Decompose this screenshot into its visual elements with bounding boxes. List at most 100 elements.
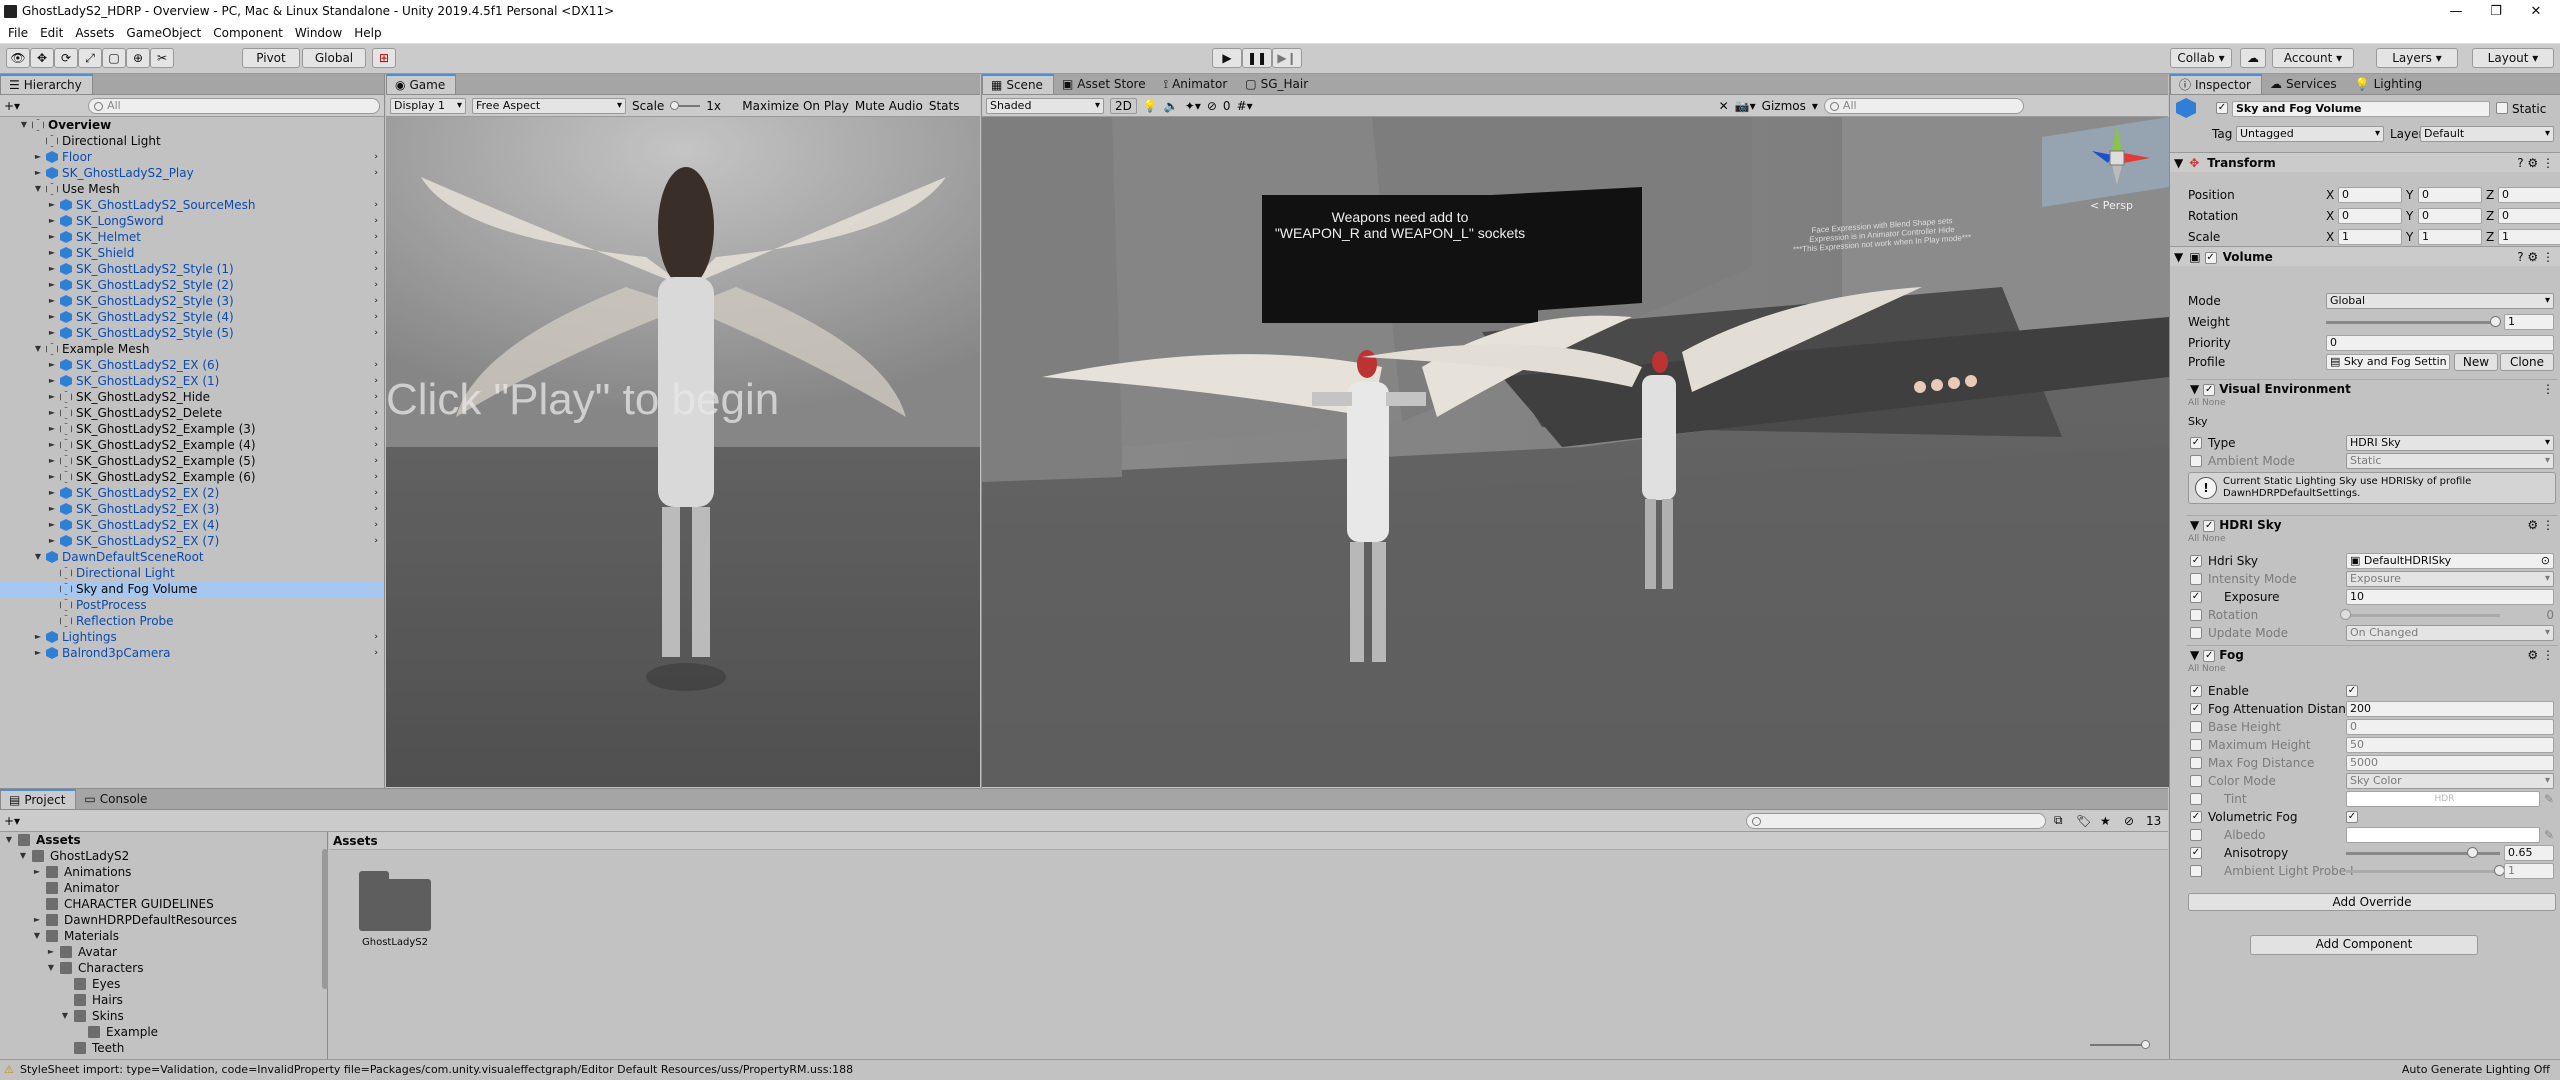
position-z-field[interactable]: 0 — [2498, 187, 2560, 203]
prefab-open-icon[interactable]: › — [374, 261, 378, 277]
folder-tree-item[interactable]: ▼ Characters — [0, 960, 327, 976]
foldout-collapsed-icon[interactable]: ► — [47, 501, 57, 517]
component-menu-icon[interactable]: ? ⚙ ⋮ — [2517, 153, 2554, 173]
foldout-collapsed-icon[interactable]: ► — [47, 533, 57, 549]
scene-search-input[interactable]: All — [1823, 97, 2024, 114]
prefab-open-icon[interactable]: › — [374, 229, 378, 245]
prefab-open-icon[interactable]: › — [374, 165, 378, 181]
tag-dropdown[interactable]: Untagged — [2236, 126, 2384, 142]
hierarchy-item[interactable]: Reflection Probe — [0, 613, 384, 629]
new-profile-button[interactable]: New — [2454, 353, 2498, 371]
project-search-input[interactable] — [1746, 813, 2046, 829]
foldout-collapsed-icon[interactable]: ► — [32, 864, 42, 880]
scene-orientation-gizmo[interactable] — [2082, 123, 2152, 193]
eyedropper-icon[interactable]: ✎ — [2544, 826, 2554, 844]
hand-tool-icon[interactable]: 👁 — [6, 48, 30, 68]
scale-z-field[interactable]: 1 — [2498, 229, 2560, 245]
foldout-collapsed-icon[interactable]: ► — [33, 149, 43, 165]
max-field[interactable]: 50 — [2346, 737, 2554, 753]
custom-tool-icon[interactable]: ✂ — [150, 48, 174, 68]
prefab-open-icon[interactable]: › — [374, 405, 378, 421]
atten-field[interactable]: 200 — [2346, 701, 2554, 717]
gizmos-dropdown[interactable]: Gizmos — [1762, 99, 1806, 113]
foldout-expanded-icon[interactable]: ▼ — [4, 832, 14, 848]
weight-field[interactable]: 1 — [2504, 314, 2554, 330]
base-field[interactable]: 0 — [2346, 719, 2554, 735]
hierarchy-item[interactable]: ► SK_GhostLadyS2_Delete › — [0, 405, 384, 421]
hdri-sky-header[interactable]: ▼ ✓ HDRI Sky ⚙ ⋮ — [2186, 515, 2558, 533]
foldout-expanded-icon[interactable]: ▼ — [46, 960, 56, 976]
hierarchy-item[interactable]: Directional Light — [0, 565, 384, 581]
hierarchy-item[interactable]: ► SK_GhostLadyS2_Example (5) › — [0, 453, 384, 469]
all-link[interactable]: All — [2188, 664, 2199, 674]
foldout-collapsed-icon[interactable]: ► — [47, 453, 57, 469]
foldout-collapsed-icon[interactable]: ► — [47, 421, 57, 437]
ambient-mode-dropdown[interactable]: Static — [2346, 453, 2554, 469]
color-dropdown[interactable]: Sky Color — [2346, 773, 2554, 789]
game-viewport[interactable]: Click "Play" to begin — [386, 117, 980, 787]
foldout-collapsed-icon[interactable]: ► — [47, 309, 57, 325]
scale-y-field[interactable]: 1 — [2418, 229, 2482, 245]
vol-override-checkbox[interactable]: ✓ — [2190, 811, 2202, 823]
albedo-color-field[interactable] — [2346, 827, 2540, 843]
rotation-value[interactable]: 0 — [2508, 606, 2554, 624]
prefab-open-icon[interactable]: › — [374, 469, 378, 485]
prefab-open-icon[interactable]: › — [374, 437, 378, 453]
layers-dropdown[interactable]: Layers ▾ — [2376, 48, 2458, 68]
hierarchy-item[interactable]: ▼ DawnDefaultSceneRoot — [0, 549, 384, 565]
foldout-collapsed-icon[interactable]: ► — [33, 629, 43, 645]
rotation-z-field[interactable]: 0 — [2498, 208, 2560, 224]
atten-override-checkbox[interactable]: ✓ — [2190, 703, 2202, 715]
tools-icon[interactable]: ✕ — [1719, 99, 1729, 113]
minimize-icon[interactable]: — — [2436, 2, 2476, 22]
tab-scene[interactable]: ▦ Scene — [982, 74, 1054, 94]
gameobject-active-checkbox[interactable]: ✓ — [2216, 102, 2228, 114]
all-link[interactable]: All — [2188, 398, 2199, 408]
ambient-override-checkbox[interactable] — [2190, 455, 2202, 467]
foldout-expanded-icon[interactable]: ▼ — [18, 848, 28, 864]
foldout-arrow-icon[interactable]: ▼ — [2190, 518, 2199, 532]
hierarchy-item[interactable]: ► SK_Helmet › — [0, 229, 384, 245]
foldout-collapsed-icon[interactable]: ► — [46, 944, 56, 960]
folder-tree-item[interactable]: ► DawnHDRPDefaultResources — [0, 912, 327, 928]
gizmos-chevron-icon[interactable]: ▾ — [1812, 99, 1818, 113]
foldout-expanded-icon[interactable]: ▼ — [32, 928, 42, 944]
hidden-objects-icon[interactable]: ⊘ — [1207, 99, 1217, 113]
maximize-on-play-toggle[interactable]: Maximize On Play — [742, 99, 849, 113]
foldout-collapsed-icon[interactable]: ► — [47, 261, 57, 277]
icon-size-slider[interactable] — [2090, 1040, 2150, 1049]
project-tree-scrollbar[interactable] — [322, 849, 328, 989]
foldout-collapsed-icon[interactable]: ► — [47, 373, 57, 389]
tab-sg-hair[interactable]: ▢ SG_Hair — [1237, 74, 1318, 94]
fog-checkbox[interactable]: ✓ — [2203, 649, 2216, 662]
pivot-toggle[interactable]: Pivot — [242, 48, 300, 68]
fog-all-none[interactable]: All None — [2188, 664, 2226, 674]
move-tool-icon[interactable]: ✥ — [30, 48, 54, 68]
hdri-all-none[interactable]: All None — [2188, 534, 2226, 544]
position-y-field[interactable]: 0 — [2418, 187, 2482, 203]
hierarchy-item[interactable]: ► SK_GhostLadyS2_Style (2) › — [0, 277, 384, 293]
prefab-open-icon[interactable]: › — [374, 501, 378, 517]
hierarchy-item[interactable]: ► SK_GhostLadyS2_Style (3) › — [0, 293, 384, 309]
color-override-checkbox[interactable] — [2190, 775, 2202, 787]
display-dropdown[interactable]: Display 1 — [390, 97, 466, 114]
rect-tool-icon[interactable]: ▢ — [102, 48, 126, 68]
hidden-packages-icon[interactable]: ⊘ — [2124, 814, 2134, 828]
menu-gameobject[interactable]: GameObject — [120, 24, 207, 43]
visual-env-all-none[interactable]: All None — [2188, 398, 2226, 408]
none-link[interactable]: None — [2202, 664, 2225, 674]
clone-profile-button[interactable]: Clone — [2500, 353, 2554, 371]
foldout-collapsed-icon[interactable]: ► — [47, 357, 57, 373]
foldout-collapsed-icon[interactable]: ► — [47, 389, 57, 405]
maximize-icon[interactable]: ❐ — [2476, 2, 2516, 22]
step-button[interactable]: ▶❙ — [1272, 48, 1302, 68]
fog-header[interactable]: ▼ ✓ Fog ⚙ ⋮ — [2186, 645, 2558, 663]
shading-dropdown[interactable]: Shaded — [986, 97, 1104, 114]
aniso-slider[interactable] — [2346, 847, 2500, 858]
sky-type-dropdown[interactable]: HDRI Sky — [2346, 435, 2554, 451]
foldout-collapsed-icon[interactable]: ► — [47, 277, 57, 293]
transform-header[interactable]: ▼ ✥ Transform ? ⚙ ⋮ — [2170, 152, 2560, 172]
global-toggle[interactable]: Global — [302, 48, 366, 68]
rotation-x-field[interactable]: 0 — [2338, 208, 2402, 224]
prefab-open-icon[interactable]: › — [374, 533, 378, 549]
